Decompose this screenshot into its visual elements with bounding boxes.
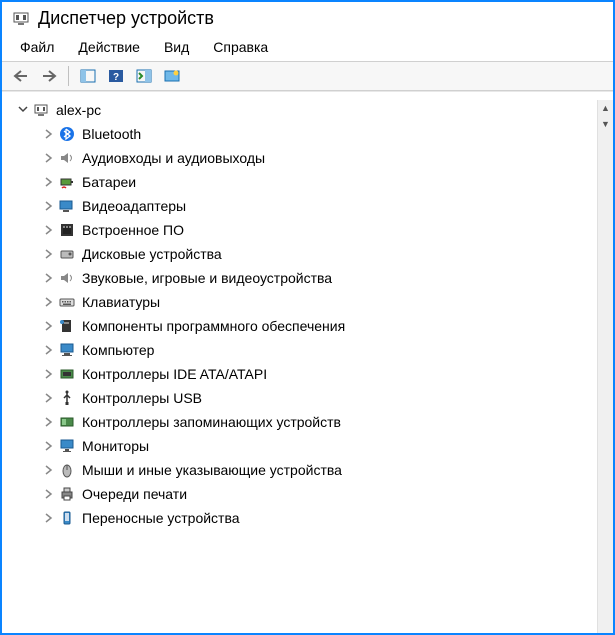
scroll-up-button[interactable]: ▲ <box>598 100 613 116</box>
expand-icon[interactable] <box>42 247 56 261</box>
expand-icon[interactable] <box>42 175 56 189</box>
vertical-scrollbar[interactable]: ▲ ▼ <box>597 100 613 633</box>
printer-icon <box>58 485 76 503</box>
tree-item[interactable]: Очереди печати <box>8 482 613 506</box>
tree-item[interactable]: Контроллеры IDE ATA/ATAPI <box>8 362 613 386</box>
expand-icon[interactable] <box>42 199 56 213</box>
tree-item[interactable]: Мыши и иные указывающие устройства <box>8 458 613 482</box>
tree-item-label: Мониторы <box>82 438 149 454</box>
expand-icon[interactable] <box>42 439 56 453</box>
toolbar-separator <box>68 66 69 86</box>
expand-icon[interactable] <box>42 295 56 309</box>
disk-icon <box>58 245 76 263</box>
menubar: Файл Действие Вид Справка <box>2 31 613 61</box>
tree-item[interactable]: Дисковые устройства <box>8 242 613 266</box>
battery-icon <box>58 173 76 191</box>
help-button[interactable]: ? <box>103 64 129 88</box>
expand-icon[interactable] <box>42 271 56 285</box>
tree-item[interactable]: Контроллеры запоминающих устройств <box>8 410 613 434</box>
expand-icon[interactable] <box>42 319 56 333</box>
ide-controller-icon <box>58 365 76 383</box>
menu-action[interactable]: Действие <box>68 37 150 57</box>
tree-item[interactable]: Контроллеры USB <box>8 386 613 410</box>
monitor-icon <box>58 437 76 455</box>
app-icon <box>12 10 30 28</box>
tree-item[interactable]: Компьютер <box>8 338 613 362</box>
tree-item-label: Переносные устройства <box>82 510 240 526</box>
expand-icon[interactable] <box>42 391 56 405</box>
expand-icon[interactable] <box>42 511 56 525</box>
tree-item-label: Клавиатуры <box>82 294 160 310</box>
firmware-icon <box>58 221 76 239</box>
menu-file[interactable]: Файл <box>10 37 64 57</box>
tree-item[interactable]: Переносные устройства <box>8 506 613 530</box>
properties-button[interactable] <box>159 64 185 88</box>
tree-item-label: Аудиовходы и аудиовыходы <box>82 150 265 166</box>
tree-root[interactable]: alex-pc <box>8 98 613 122</box>
tree-item-label: Встроенное ПО <box>82 222 184 238</box>
tree-item[interactable]: Аудиовходы и аудиовыходы <box>8 146 613 170</box>
menu-help[interactable]: Справка <box>203 37 278 57</box>
computer-icon <box>32 101 50 119</box>
expand-icon[interactable] <box>42 223 56 237</box>
portable-device-icon <box>58 509 76 527</box>
bluetooth-icon <box>58 125 76 143</box>
scroll-down-button[interactable]: ▼ <box>598 116 613 132</box>
speaker-icon <box>58 149 76 167</box>
show-hide-tree-button[interactable] <box>75 64 101 88</box>
expand-icon[interactable] <box>42 463 56 477</box>
usb-controller-icon <box>58 389 76 407</box>
scan-hardware-button[interactable] <box>131 64 157 88</box>
tree-item-label: Компоненты программного обеспечения <box>82 318 345 334</box>
menu-view[interactable]: Вид <box>154 37 199 57</box>
sound-icon <box>58 269 76 287</box>
tree-item-label: Компьютер <box>82 342 154 358</box>
tree-item-label: Мыши и иные указывающие устройства <box>82 462 342 478</box>
mouse-icon <box>58 461 76 479</box>
tree-item-label: Дисковые устройства <box>82 246 222 262</box>
keyboard-icon <box>58 293 76 311</box>
nav-forward-button[interactable] <box>36 64 62 88</box>
expand-icon[interactable] <box>42 415 56 429</box>
tree-item-label: Батареи <box>82 174 136 190</box>
tree-item-label: Контроллеры запоминающих устройств <box>82 414 341 430</box>
tree-item[interactable]: Компоненты программного обеспечения <box>8 314 613 338</box>
display-adapter-icon <box>58 197 76 215</box>
tree-root-label: alex-pc <box>56 102 101 118</box>
expand-icon[interactable] <box>42 343 56 357</box>
svg-text:?: ? <box>113 72 119 83</box>
window-title: Диспетчер устройств <box>38 8 214 29</box>
tree-item-label: Контроллеры USB <box>82 390 202 406</box>
tree-item[interactable]: Bluetooth <box>8 122 613 146</box>
tree-item-label: Bluetooth <box>82 126 141 142</box>
device-tree: alex-pc Bluetooth Аудиовходы и аудиовыход… <box>2 91 613 622</box>
expand-icon[interactable] <box>42 151 56 165</box>
software-component-icon <box>58 317 76 335</box>
tree-item[interactable]: Клавиатуры <box>8 290 613 314</box>
tree-item-label: Видеоадаптеры <box>82 198 186 214</box>
nav-back-button[interactable] <box>8 64 34 88</box>
tree-item[interactable]: Мониторы <box>8 434 613 458</box>
expand-icon[interactable] <box>42 367 56 381</box>
expand-icon[interactable] <box>42 487 56 501</box>
expand-icon[interactable] <box>42 127 56 141</box>
tree-item-label: Очереди печати <box>82 486 187 502</box>
tree-item-label: Контроллеры IDE ATA/ATAPI <box>82 366 267 382</box>
titlebar: Диспетчер устройств <box>2 2 613 31</box>
tree-item[interactable]: Звуковые, игровые и видеоустройства <box>8 266 613 290</box>
tree-item-label: Звуковые, игровые и видеоустройства <box>82 270 332 286</box>
tree-item[interactable]: Батареи <box>8 170 613 194</box>
pc-icon <box>58 341 76 359</box>
tree-item[interactable]: Видеоадаптеры <box>8 194 613 218</box>
toolbar: ? <box>2 61 613 91</box>
expand-collapse-icon[interactable] <box>16 103 30 117</box>
tree-item[interactable]: Встроенное ПО <box>8 218 613 242</box>
storage-controller-icon <box>58 413 76 431</box>
